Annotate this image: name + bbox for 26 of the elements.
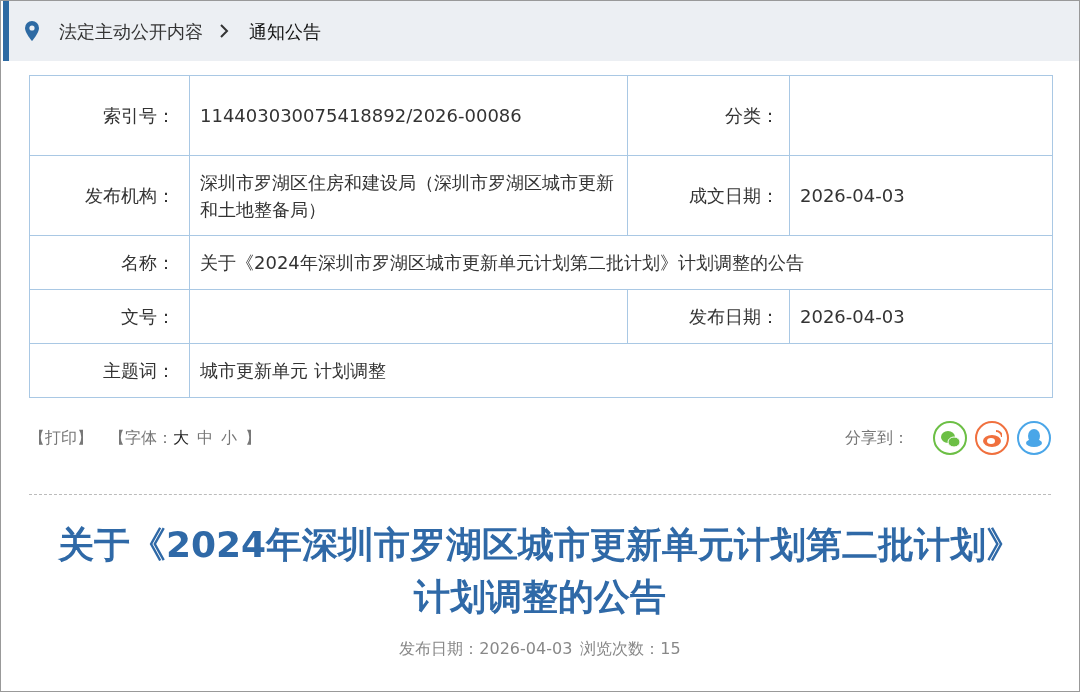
field-label: 文号： xyxy=(29,289,190,344)
field-label: 发布日期： xyxy=(627,289,790,344)
field-value: 114403030075418892/2026-00086 xyxy=(189,75,628,156)
field-value: 深圳市罗湖区住房和建设局（深圳市罗湖区城市更新和土地整备局） xyxy=(189,155,628,236)
field-label: 主题词： xyxy=(29,343,190,398)
font-size-link[interactable]: 中 xyxy=(197,426,213,450)
breadcrumb-link[interactable]: 法定主动公开内容 xyxy=(59,17,203,45)
font-size-label: 【字体： xyxy=(109,427,173,449)
field-label: 成文日期： xyxy=(627,155,790,236)
field-value: 2026-04-03 xyxy=(789,155,1053,236)
field-value: 2026-04-03 xyxy=(789,289,1053,344)
font-size-link[interactable]: 大 xyxy=(173,426,189,450)
field-label: 分类： xyxy=(627,75,790,156)
field-value: 关于《2024年深圳市罗湖区城市更新单元计划第二批计划》计划调整的公告 xyxy=(189,235,1053,290)
breadcrumb-current: 通知公告 xyxy=(249,19,321,44)
field-value: 城市更新单元 计划调整 xyxy=(189,343,1053,398)
font-size-link[interactable]: 小 xyxy=(221,426,237,450)
article-meta: 发布日期：2026-04-03 xyxy=(399,638,573,661)
article-title: 关于《2024年深圳市罗湖区城市更新单元计划第二批计划》计划调整的公告 xyxy=(56,523,1024,620)
article-meta: 浏览次数：15 xyxy=(580,638,681,661)
print-link[interactable]: 【打印】 xyxy=(29,426,93,450)
field-label: 名称： xyxy=(29,235,190,290)
field-label: 索引号： xyxy=(29,75,190,156)
bracket: 】 xyxy=(245,427,261,449)
share-label: 分享到： xyxy=(845,427,909,449)
field-label: 发布机构： xyxy=(29,155,190,236)
